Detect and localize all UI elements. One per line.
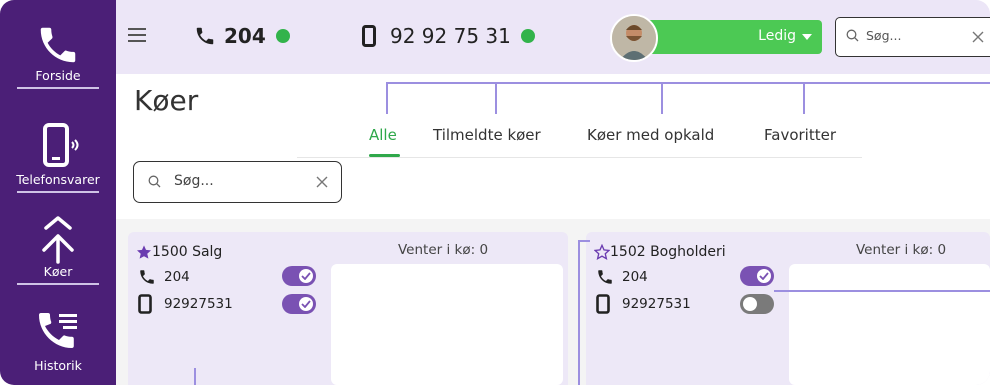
call-history-icon bbox=[39, 313, 77, 348]
sidebar-item-telefonsvarer[interactable]: Telefonsvarer bbox=[0, 122, 116, 193]
connector-line bbox=[578, 240, 580, 385]
queue-name: 1500 Salg bbox=[152, 244, 223, 260]
queue-name: 1502 Bogholderi bbox=[610, 244, 726, 260]
queue-waiting: Venter i kø: 0 bbox=[398, 242, 489, 258]
menu-icon[interactable] bbox=[128, 28, 146, 42]
mobile-indicator[interactable]: 92 92 75 31 bbox=[362, 24, 535, 48]
presence-dot bbox=[275, 29, 290, 43]
phone-icon bbox=[40, 27, 76, 63]
search-icon bbox=[148, 175, 161, 188]
close-icon[interactable] bbox=[972, 31, 984, 43]
mobile-icon bbox=[362, 25, 376, 47]
connector-line bbox=[774, 290, 990, 292]
mobile-toggle[interactable] bbox=[282, 294, 316, 314]
tab-alle[interactable]: Alle bbox=[369, 126, 397, 144]
queue-member-extension: 204 bbox=[596, 268, 648, 286]
connector-line bbox=[386, 82, 388, 114]
search-icon bbox=[846, 29, 859, 42]
member-mobile: 92927531 bbox=[164, 296, 233, 312]
phone-icon bbox=[140, 270, 154, 284]
member-extension: 204 bbox=[164, 269, 190, 285]
close-icon[interactable] bbox=[316, 176, 328, 188]
sidebar-divider bbox=[17, 191, 99, 193]
queue-waiting: Venter i kø: 0 bbox=[856, 242, 947, 258]
avatar[interactable] bbox=[610, 14, 658, 62]
search-placeholder: Søg... bbox=[174, 173, 214, 189]
star-outline-icon[interactable] bbox=[594, 244, 610, 260]
sidebar-item-forside[interactable]: Forside bbox=[0, 22, 116, 89]
extension-toggle[interactable] bbox=[740, 266, 774, 286]
sidebar-item-label: Telefonsvarer bbox=[16, 172, 100, 187]
phone-icon bbox=[196, 27, 214, 45]
search-placeholder: Søg... bbox=[866, 28, 902, 43]
mobile-number: 92 92 75 31 bbox=[390, 24, 511, 48]
extension-indicator[interactable]: 204 bbox=[194, 24, 290, 48]
voicemail-phone-icon bbox=[43, 123, 79, 167]
mobile-icon bbox=[138, 294, 152, 314]
sidebar-item-label: Forside bbox=[35, 68, 81, 83]
page-title: Køer bbox=[134, 84, 199, 117]
top-bar: 204 92 92 75 31 Ledig Søg... bbox=[116, 0, 990, 74]
tab-favoritter[interactable]: Favoritter bbox=[764, 126, 836, 144]
extension-toggle[interactable] bbox=[282, 266, 316, 286]
queue-search-input[interactable]: Søg... bbox=[133, 161, 342, 203]
sidebar-item-koer[interactable]: Køer bbox=[0, 216, 116, 285]
tab-tilmeldte-koer[interactable]: Tilmeldte køer bbox=[433, 126, 541, 144]
mobile-toggle[interactable] bbox=[740, 294, 774, 314]
caret-down-icon bbox=[802, 34, 812, 40]
sidebar-divider bbox=[17, 283, 99, 285]
tab-koer-med-opkald[interactable]: Køer med opkald bbox=[587, 126, 714, 144]
queue-card-1500: 1500 Salg Venter i kø: 0 204 92927531 bbox=[128, 232, 568, 385]
sidebar-item-label: Historik bbox=[34, 358, 82, 373]
connector-line bbox=[578, 240, 590, 242]
queue-member-mobile: 92927531 bbox=[138, 294, 233, 314]
status-label: Ledig bbox=[758, 28, 796, 44]
sidebar: Forside Telefonsvarer Køer Historik bbox=[0, 0, 116, 385]
extension-number: 204 bbox=[224, 24, 266, 48]
member-mobile: 92927531 bbox=[622, 296, 691, 312]
top-search-input[interactable]: Søg... bbox=[835, 17, 990, 57]
queue-calls-panel bbox=[331, 264, 563, 385]
active-tab-indicator bbox=[369, 154, 400, 157]
connector-line bbox=[803, 82, 805, 114]
phone-icon bbox=[598, 270, 612, 284]
queue-split-icon bbox=[42, 216, 74, 264]
presence-dot bbox=[520, 29, 535, 43]
queue-calls-panel bbox=[789, 264, 990, 385]
app-window: Forside Telefonsvarer Køer Historik 204 … bbox=[0, 0, 990, 385]
star-filled-icon[interactable] bbox=[136, 244, 152, 260]
connector-line bbox=[386, 82, 990, 84]
connector-line bbox=[194, 368, 196, 385]
mobile-icon bbox=[596, 294, 610, 314]
connector-line bbox=[495, 82, 497, 114]
member-extension: 204 bbox=[622, 269, 648, 285]
sidebar-item-historik[interactable]: Historik bbox=[0, 308, 116, 373]
queue-member-mobile: 92927531 bbox=[596, 294, 691, 314]
sidebar-item-label: Køer bbox=[43, 264, 73, 279]
connector-line bbox=[661, 82, 663, 114]
sidebar-divider bbox=[17, 87, 99, 89]
queue-card-1502: 1502 Bogholderi Venter i kø: 0 204 92927… bbox=[586, 232, 990, 385]
queue-member-extension: 204 bbox=[138, 268, 190, 286]
tabs-divider bbox=[297, 157, 862, 158]
